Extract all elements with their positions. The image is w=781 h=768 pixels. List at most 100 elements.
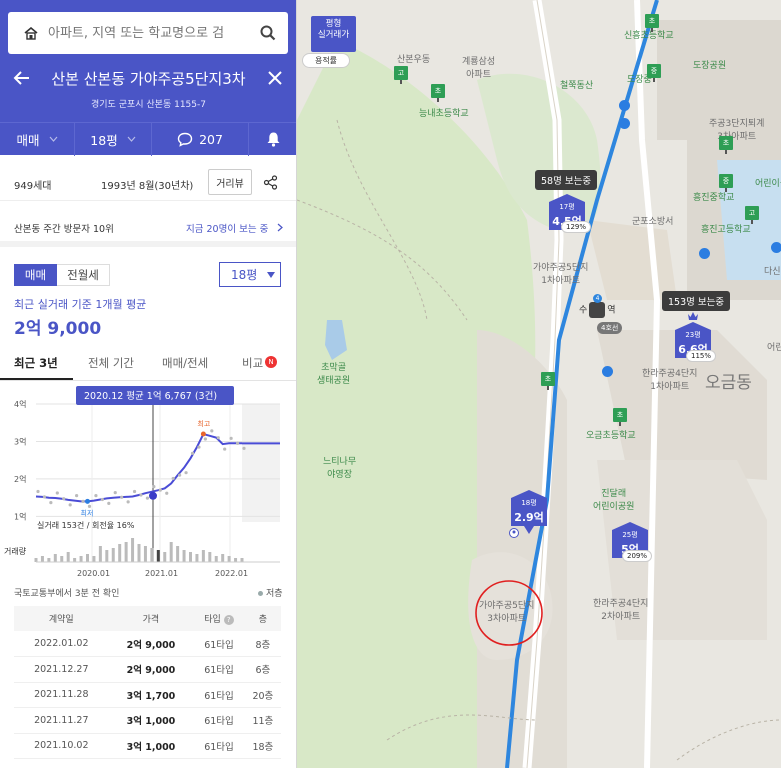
trade-point bbox=[126, 500, 130, 504]
table-row[interactable]: 2021.11.28 3억 1,700 61타입 20층 bbox=[14, 682, 281, 708]
map-chip-floor-ratio[interactable]: 용적률 bbox=[302, 53, 350, 68]
map-label: 느티나무 야영장 bbox=[323, 457, 357, 480]
cell-date: 2021.11.27 bbox=[14, 707, 109, 734]
legend-label: 저층 bbox=[266, 589, 283, 599]
tab-compare[interactable]: 비교 bbox=[242, 355, 263, 371]
map-chip-area-price[interactable]: 평형 실거래가 bbox=[311, 16, 356, 52]
chip-label: 평형 실거래가 bbox=[317, 19, 350, 40]
comments-button[interactable]: 207 bbox=[152, 123, 248, 156]
tab-sale-jeonse[interactable]: 매매/전세 bbox=[162, 355, 208, 371]
school-elementary-icon[interactable]: 초 bbox=[613, 408, 629, 426]
map-view[interactable]: 평형 실거래가 용적률 산본우동 계룡삼성 아파트 철쭉동산 능내초등학교 신흥… bbox=[297, 0, 781, 768]
price-chart[interactable]: 4억 3억 2억 1억 최저 최고실거래 153건 / 회전율 16% 거래량 2020.01… bbox=[0, 382, 297, 582]
col-floor: 층 bbox=[244, 606, 281, 631]
school-high-icon[interactable]: 고 bbox=[745, 206, 761, 224]
volume-bar bbox=[208, 552, 212, 562]
help-icon[interactable]: ? bbox=[223, 615, 234, 625]
school-elementary-icon[interactable]: 초 bbox=[719, 136, 735, 154]
school-middle-icon[interactable]: 중 bbox=[647, 64, 663, 82]
table-row[interactable]: 2022.01.02 2억 9,000 61타입 8층 bbox=[14, 631, 281, 657]
col-price: 가격 bbox=[108, 606, 194, 631]
trade-point bbox=[68, 503, 72, 507]
area-select[interactable]: 18평 bbox=[75, 123, 151, 156]
deal-type-select[interactable]: 매매 bbox=[0, 123, 74, 156]
tab-all-period[interactable]: 전체 기간 bbox=[88, 355, 134, 371]
trade-point bbox=[100, 497, 104, 502]
marker-size: 18평 bbox=[521, 499, 537, 507]
subway-station-label[interactable]: 수역 bbox=[579, 302, 616, 318]
volume-bar bbox=[214, 556, 218, 562]
transaction-table: 계약일 가격 타입? 층 2022.01.02 2억 9,000 61타입 8층 20… bbox=[14, 606, 281, 759]
trade-point bbox=[132, 489, 137, 494]
bus-stop-icon[interactable] bbox=[699, 248, 710, 259]
volume-bar bbox=[124, 542, 128, 562]
marker-price: 2.9억 bbox=[514, 511, 544, 524]
bell-icon bbox=[267, 132, 279, 147]
school-elementary-icon[interactable]: 초 bbox=[431, 84, 447, 102]
header-tabs: 매매 18평 207 bbox=[0, 122, 296, 156]
search-input[interactable] bbox=[48, 25, 260, 41]
cell-floor: 6층 bbox=[244, 656, 281, 683]
map-label: 산본우동 bbox=[397, 55, 431, 65]
volume-bar bbox=[53, 554, 57, 562]
search-bar[interactable] bbox=[8, 12, 288, 54]
x-tick-label: 2022.01 bbox=[215, 569, 248, 578]
table-row[interactable]: 2021.12.27 2억 9,000 61타입 6층 bbox=[14, 656, 281, 683]
volume-bar bbox=[234, 558, 238, 562]
viewer-badge[interactable]: 58명 보는중 bbox=[535, 170, 598, 190]
marker-ratio: 209% bbox=[622, 550, 653, 562]
tab-rent[interactable]: 전월세 bbox=[57, 264, 110, 286]
trade-point bbox=[87, 504, 92, 508]
bus-stop-icon[interactable] bbox=[619, 100, 630, 111]
trade-point bbox=[158, 488, 162, 492]
school-elementary-icon[interactable]: 초 bbox=[541, 372, 557, 390]
school-middle-icon[interactable]: 중 bbox=[719, 174, 735, 192]
y-tick-label: 2억 bbox=[14, 474, 26, 484]
map-label: 철쭉동산 bbox=[560, 81, 594, 91]
share-icon[interactable] bbox=[263, 175, 278, 190]
table-row[interactable]: 2021.11.27 3억 1,000 61타입 11층 bbox=[14, 707, 281, 734]
map-label: 계룡삼성 아파트 bbox=[462, 57, 496, 80]
cell-type: 61타입 bbox=[193, 707, 245, 734]
y-tick-label: 3억 bbox=[14, 436, 26, 446]
viewer-badge[interactable]: 153명 보는중 bbox=[662, 291, 731, 311]
close-icon[interactable] bbox=[266, 69, 284, 87]
x-tick-label: 2020.01 bbox=[77, 569, 110, 578]
cell-type: 61타입 bbox=[193, 733, 245, 759]
bus-stop-icon[interactable] bbox=[619, 118, 630, 129]
area-dropdown[interactable]: 18평 bbox=[219, 262, 281, 287]
trade-point bbox=[139, 493, 143, 497]
tab-sale[interactable]: 매매 bbox=[14, 264, 57, 286]
volume-bar bbox=[79, 556, 83, 562]
cell-date: 2022.01.02 bbox=[14, 631, 109, 657]
map-label: 능내초등학교 bbox=[419, 109, 469, 119]
high-point bbox=[200, 431, 206, 437]
bus-stop-icon[interactable] bbox=[771, 242, 781, 253]
cell-floor: 11층 bbox=[244, 707, 281, 734]
tab-recent-3y[interactable]: 최근 3년 bbox=[14, 355, 58, 371]
trade-point bbox=[229, 436, 233, 440]
table-row[interactable]: 2021.10.02 3억 1,000 61타입 18층 bbox=[14, 733, 281, 759]
trade-point bbox=[203, 437, 207, 441]
district-label: 오금동 bbox=[705, 373, 752, 393]
visitor-row[interactable]: 산본동 주간 방문자 10위 지금 20명이 보는 중 bbox=[0, 211, 296, 247]
school-high-icon[interactable]: 고 bbox=[394, 66, 410, 84]
low-point bbox=[85, 498, 90, 504]
bus-stop-icon[interactable] bbox=[602, 366, 613, 377]
street-view-button[interactable]: 거리뷰 bbox=[208, 169, 252, 195]
x-tick-label: 2021.01 bbox=[145, 569, 178, 578]
marker-ratio: 115% bbox=[686, 350, 717, 362]
notification-button[interactable] bbox=[249, 123, 296, 156]
area-dropdown-label: 18평 bbox=[231, 268, 258, 282]
search-icon[interactable] bbox=[260, 25, 276, 41]
col-type-label: 타입 bbox=[204, 615, 221, 625]
trade-point bbox=[113, 491, 117, 495]
home-icon[interactable] bbox=[24, 26, 38, 40]
y-tick-label: 1억 bbox=[14, 511, 26, 521]
cell-type: 61타입 bbox=[193, 656, 245, 683]
trade-point bbox=[94, 494, 98, 498]
school-elementary-icon[interactable]: 초 bbox=[645, 14, 661, 32]
stat-label: 실거래 153건 / 회전율 16% bbox=[37, 520, 135, 530]
map-label: 진달래 어린이공원 bbox=[593, 489, 635, 512]
cell-floor: 8층 bbox=[244, 631, 281, 657]
